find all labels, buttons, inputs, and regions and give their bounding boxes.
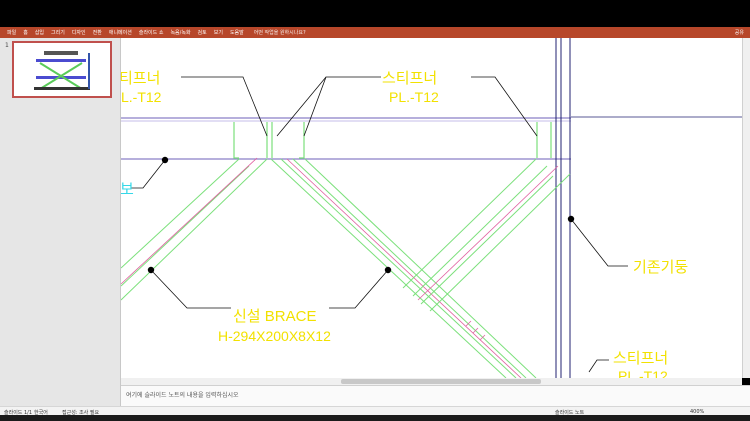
leader-dot-3 [384,266,392,274]
thumbnail-drawing [34,51,90,90]
tab-slideshow[interactable]: 슬라이드 쇼 [139,29,164,36]
tab-insert[interactable]: 삽입 [35,29,44,36]
leader-stiffener-right [471,76,538,137]
brace-right-edge-3 [420,175,554,305]
tab-view[interactable]: 보기 [214,29,223,36]
label-brace-spec: H-294X200X8X12 [218,328,331,344]
ribbon-tabs: 파일 홈 삽입 그리기 디자인 전환 애니메이션 슬라이드 쇼 녹음/녹화 검토… [0,27,750,38]
label-stiffener-br-title: 스티프너 [613,350,668,367]
brace-main-edge-4 [304,158,537,378]
tab-record[interactable]: 녹음/녹화 [170,29,190,36]
tab-transitions[interactable]: 전환 [93,29,102,36]
leader-stiffener-left [181,76,268,137]
leader-column [570,218,628,267]
label-left-edge: 보 [121,181,134,198]
brace-main-center [286,158,522,378]
tab-design[interactable]: 디자인 [72,29,86,36]
tab-review[interactable]: 검토 [198,29,207,36]
structural-drawing: 티프너 L.-T12 스티프너 PL.-T12 보 기존기둥 신설 BRACE … [121,38,742,378]
label-stiffener-mid-spec: PL.-T12 [389,89,439,105]
leader-stiffener-mid-2 [303,76,327,137]
leader-brace-right [329,269,389,309]
tab-animations[interactable]: 애니메이션 [109,29,132,36]
slide-thumbnail[interactable] [12,41,112,98]
brace-right-edge-2 [412,165,548,297]
notes-placeholder: 여기에 슬라이드 노트의 내용을 입력하십시오 [126,392,239,399]
brace-left-center [121,157,258,285]
leader-dot-2 [147,266,155,274]
brace-right-center [417,165,559,301]
leader-stiffener-mid-1 [276,76,381,137]
stiffener-4 [299,122,305,159]
tell-me-search[interactable]: 어떤 작업을 원하시나요? [254,29,306,36]
brace-main-edge-3 [292,158,527,378]
tab-help[interactable]: 도움말 [230,29,244,36]
brace-main-edge-2 [280,158,517,378]
label-stiffener-left-title: 티프너 [121,70,160,87]
label-existing-column: 기존기둥 [633,259,688,276]
vertical-scrollbar[interactable] [742,38,750,378]
window-top-bar [0,0,750,27]
tab-file[interactable]: 파일 [7,29,16,36]
leader-dot-1 [161,156,169,164]
horizontal-scroll-thumb[interactable] [341,379,541,384]
leader-left-label [131,159,166,189]
leader-stiffener-br [588,359,609,373]
tab-draw[interactable]: 그리기 [51,29,65,36]
leader-brace-left [150,269,231,309]
brace-left-edge-1 [121,158,240,269]
brace-right-edge-1 [402,158,537,289]
leader-dot-4 [567,215,575,223]
label-brace-title: 신설 BRACE [233,308,316,325]
os-taskbar [0,415,750,421]
stiffener-1 [233,122,239,159]
label-stiffener-left-spec: L.-T12 [121,89,162,105]
label-stiffener-br-spec: PL.-T12 [618,368,668,378]
tab-home[interactable]: 홈 [23,29,28,36]
share-button[interactable]: 공유 [735,29,744,36]
slide-number: 1 [5,42,9,49]
label-stiffener-mid-title: 스티프너 [382,70,437,87]
notes-pane[interactable]: 여기에 슬라이드 노트의 내용을 입력하십시오 [121,385,750,407]
brace-left-edge-3 [121,158,268,301]
slide-canvas[interactable]: 티프너 L.-T12 스티프너 PL.-T12 보 기존기둥 신설 BRACE … [121,38,742,378]
horizontal-scrollbar[interactable] [121,378,742,385]
brace-left-edge-2 [121,165,250,287]
